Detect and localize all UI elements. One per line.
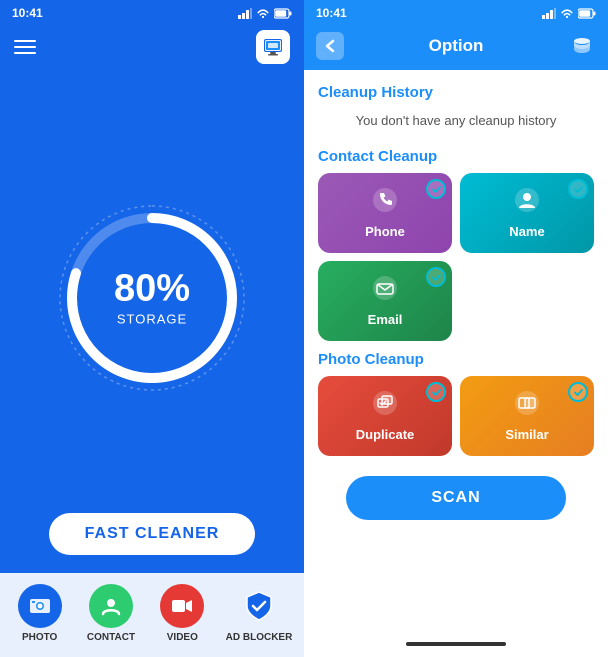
nav-item-adblocker[interactable]: AD BLOCKER bbox=[226, 584, 293, 643]
fast-cleaner-section: FAST CLEANER bbox=[0, 513, 304, 555]
person-icon bbox=[514, 187, 540, 213]
email-card[interactable]: Email bbox=[318, 261, 452, 341]
status-bar-left: 10:41 bbox=[0, 0, 304, 26]
check-shield-icon bbox=[243, 590, 275, 622]
bottom-nav: PHOTO CONTACT VIDEO bbox=[0, 573, 304, 657]
video-icon bbox=[171, 595, 193, 617]
option-bar: Option bbox=[304, 26, 608, 70]
nav-item-contact[interactable]: CONTACT bbox=[83, 584, 139, 643]
nav-item-video[interactable]: VIDEO bbox=[154, 584, 210, 643]
video-nav-icon-wrap bbox=[160, 584, 204, 628]
email-card-label: Email bbox=[368, 312, 403, 327]
email-icon bbox=[372, 275, 398, 301]
back-button[interactable] bbox=[316, 32, 344, 60]
signal-icon bbox=[238, 8, 252, 19]
top-bar-left bbox=[0, 26, 304, 72]
storage-ring: 80% STORAGE bbox=[52, 198, 252, 398]
phone-icon bbox=[372, 187, 398, 213]
storage-text: 80% STORAGE bbox=[114, 269, 190, 326]
left-panel: 10:41 bbox=[0, 0, 304, 657]
similar-icon bbox=[514, 390, 540, 416]
nav-label-photo: PHOTO bbox=[22, 632, 57, 643]
wifi-icon-right bbox=[560, 8, 574, 19]
check-icon bbox=[573, 387, 584, 398]
contact-cleanup-title: Contact Cleanup bbox=[318, 148, 594, 165]
bottom-indicator bbox=[304, 637, 608, 657]
nav-label-contact: CONTACT bbox=[87, 632, 135, 643]
contact-icon bbox=[100, 595, 122, 617]
duplicate-check bbox=[426, 382, 446, 402]
check-icon bbox=[431, 184, 442, 195]
name-check bbox=[568, 179, 588, 199]
home-indicator bbox=[406, 642, 506, 646]
contact-nav-icon-wrap bbox=[89, 584, 133, 628]
hamburger-menu[interactable] bbox=[14, 40, 36, 54]
email-check bbox=[426, 267, 446, 287]
nav-label-adblocker: AD BLOCKER bbox=[226, 632, 293, 643]
duplicate-icon bbox=[372, 390, 398, 416]
photo-cleanup-title: Photo Cleanup bbox=[318, 351, 594, 368]
scan-section: SCAN bbox=[318, 464, 594, 532]
battery-icon-right bbox=[578, 8, 596, 19]
status-icons-right bbox=[542, 8, 596, 19]
status-bar-right: 10:41 bbox=[304, 0, 608, 26]
similar-card-label: Similar bbox=[505, 427, 548, 442]
photo-nav-icon-wrap bbox=[18, 584, 62, 628]
db-icon-svg bbox=[571, 35, 593, 57]
check-icon bbox=[431, 272, 442, 283]
contact-cards-row2: Email bbox=[318, 261, 594, 341]
battery-icon bbox=[274, 8, 292, 19]
fast-cleaner-button[interactable]: FAST CLEANER bbox=[49, 513, 256, 555]
right-content: Cleanup History You don't have any clean… bbox=[304, 70, 608, 637]
similar-card[interactable]: Similar bbox=[460, 376, 594, 456]
check-icon bbox=[431, 387, 442, 398]
similar-card-icon bbox=[514, 390, 540, 421]
right-panel: 10:41 Optio bbox=[304, 0, 608, 657]
storage-percent: 80% bbox=[114, 269, 190, 307]
duplicate-card[interactable]: Duplicate bbox=[318, 376, 452, 456]
phone-card-label: Phone bbox=[365, 224, 405, 239]
no-history-text: You don't have any cleanup history bbox=[318, 109, 594, 132]
phone-check bbox=[426, 179, 446, 199]
storage-label: STORAGE bbox=[114, 311, 190, 326]
option-title: Option bbox=[354, 36, 558, 56]
phone-card[interactable]: Phone bbox=[318, 173, 452, 253]
scan-button[interactable]: SCAN bbox=[346, 476, 566, 520]
database-icon bbox=[568, 32, 596, 60]
phone-card-icon bbox=[372, 187, 398, 218]
photo-cards-row: Duplicate Similar bbox=[318, 376, 594, 456]
app-logo-icon bbox=[262, 36, 284, 58]
nav-label-video: VIDEO bbox=[167, 632, 198, 643]
contact-cards-row1: Phone Name bbox=[318, 173, 594, 253]
back-arrow-icon bbox=[323, 39, 337, 53]
storage-circle-container: 80% STORAGE bbox=[0, 82, 304, 513]
time-right: 10:41 bbox=[316, 6, 347, 20]
cleanup-history-title: Cleanup History bbox=[318, 84, 594, 101]
similar-check bbox=[568, 382, 588, 402]
duplicate-card-label: Duplicate bbox=[356, 427, 415, 442]
name-card[interactable]: Name bbox=[460, 173, 594, 253]
photo-icon bbox=[29, 595, 51, 617]
signal-icon-right bbox=[542, 8, 556, 19]
app-icon bbox=[256, 30, 290, 64]
name-card-icon bbox=[514, 187, 540, 218]
adblocker-nav-icon-wrap bbox=[237, 584, 281, 628]
check-icon bbox=[573, 184, 584, 195]
wifi-icon bbox=[256, 8, 270, 19]
time-left: 10:41 bbox=[12, 6, 43, 20]
name-card-label: Name bbox=[509, 224, 544, 239]
duplicate-card-icon bbox=[372, 390, 398, 421]
status-icons-left bbox=[238, 8, 292, 19]
email-card-icon bbox=[372, 275, 398, 306]
nav-item-photo[interactable]: PHOTO bbox=[12, 584, 68, 643]
